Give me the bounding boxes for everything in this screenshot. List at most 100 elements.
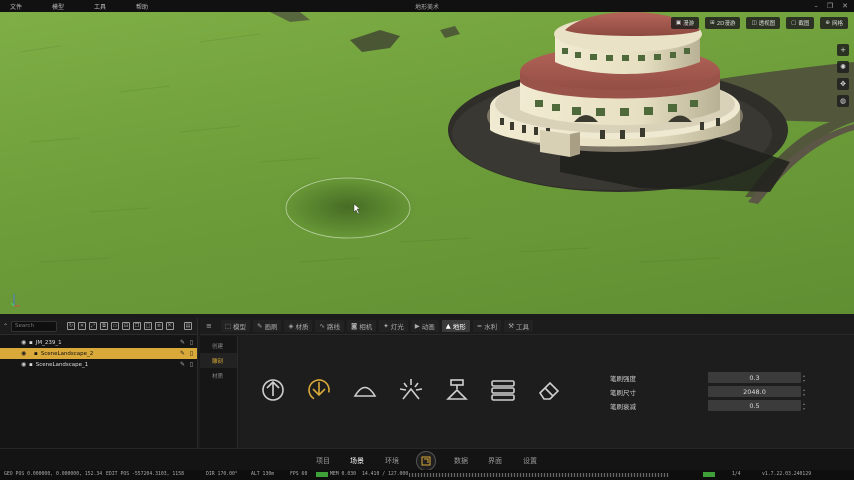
walk-mode-button[interactable]: ▣ 漫游 bbox=[670, 17, 700, 29]
panel-icon[interactable]: ▤ bbox=[184, 322, 193, 330]
tab-model[interactable]: ⬚ 模型 bbox=[220, 320, 251, 332]
export-icon[interactable]: ⇱ bbox=[166, 322, 175, 330]
menu-file[interactable]: 文件 bbox=[0, 2, 22, 11]
menu-help[interactable]: 帮助 bbox=[126, 2, 148, 11]
geo-position: GEO POS 0.000000, 0.000000, 152.34 bbox=[4, 472, 103, 477]
camera-icon: ◫ bbox=[751, 20, 757, 26]
lock-icon[interactable]: ▯ bbox=[190, 350, 193, 357]
tab-path[interactable]: ∿ 路线 bbox=[315, 320, 344, 332]
eye-icon[interactable]: ◉ bbox=[21, 350, 26, 357]
home-button[interactable] bbox=[416, 451, 436, 471]
tab-camera[interactable]: ◙ 相机 bbox=[346, 320, 377, 332]
perspective-label: 透视图 bbox=[758, 21, 776, 27]
tab-material[interactable]: ◈ 材质 bbox=[284, 320, 313, 332]
outliner-item-scene-landscape-1[interactable]: ◉ ▪ SceneLandscape_1 ✎ ▯ bbox=[0, 359, 197, 370]
box-icon[interactable]: □ bbox=[144, 322, 153, 330]
grid-snap-button[interactable]: ⊕ 网格 bbox=[820, 17, 848, 29]
spinner-icon[interactable]: ▴ ▾ bbox=[803, 373, 805, 383]
outliner-item-jm[interactable]: ◉ ▪ JM_239_1 ✎ ▯ bbox=[0, 337, 197, 348]
copy-icon[interactable]: ⧉ bbox=[100, 322, 109, 330]
subtab-material[interactable]: 材质 bbox=[200, 368, 237, 383]
subtab-sculpt[interactable]: 雕刻 bbox=[200, 353, 237, 368]
brush-strength-label: 笔刷强度 bbox=[610, 375, 636, 383]
tab-label: 动画 bbox=[421, 323, 435, 331]
node-icon: ▪ bbox=[34, 350, 38, 357]
collapse-icon[interactable]: ⌃ bbox=[3, 323, 8, 330]
smooth-icon bbox=[353, 386, 377, 397]
walk-2d-button[interactable]: ⊞ 2D漫游 bbox=[705, 17, 741, 29]
brush-strength-field[interactable]: 0.3 bbox=[708, 372, 801, 383]
outliner-item-label: SceneLandscape_1 bbox=[35, 361, 89, 368]
node-icon: ▪ bbox=[29, 339, 33, 346]
plus-icon[interactable]: + bbox=[837, 44, 849, 56]
nav-settings[interactable]: 设置 bbox=[523, 456, 537, 466]
outliner-search-input[interactable]: Search bbox=[11, 320, 58, 332]
move-icon[interactable]: ✥ bbox=[837, 78, 849, 90]
bottom-navigation: 项目 场景 环境 数据 界面 设置 bbox=[0, 448, 854, 471]
spinner-icon[interactable]: ▴ ▾ bbox=[803, 401, 805, 411]
lock-icon[interactable]: ▯ bbox=[190, 339, 193, 346]
nav-data[interactable]: 数据 bbox=[454, 456, 468, 466]
nav-environment[interactable]: 环境 bbox=[385, 456, 399, 466]
brush-icon: ✎ bbox=[257, 322, 263, 330]
menu-tools[interactable]: 工具 bbox=[84, 2, 106, 11]
fps-counter: FPS 60 bbox=[290, 472, 308, 477]
tab-water[interactable]: ≈ 水利 bbox=[472, 320, 502, 332]
perspective-button[interactable]: ◫ 透视图 bbox=[746, 17, 781, 29]
tab-animation[interactable]: ▶ 动画 bbox=[410, 320, 439, 332]
menu-model[interactable]: 模型 bbox=[42, 2, 64, 11]
restore-icon[interactable]: ❐ bbox=[827, 2, 833, 10]
direction: DIR 170.00° bbox=[206, 472, 238, 477]
brush-size-field[interactable]: 2048.0 bbox=[708, 386, 801, 397]
close-icon[interactable]: ✕ bbox=[842, 2, 848, 10]
duplicate-icon[interactable]: ❐ bbox=[133, 322, 142, 330]
sun-icon[interactable]: ✺ bbox=[837, 61, 849, 73]
lock-icon[interactable]: ▯ bbox=[190, 361, 193, 368]
layers-icon bbox=[491, 380, 515, 401]
tab-light[interactable]: ✦ 灯光 bbox=[379, 320, 408, 332]
edit-icon[interactable]: ✎ bbox=[180, 350, 185, 357]
map-icon bbox=[421, 456, 431, 466]
edit-icon[interactable]: ✎ bbox=[180, 339, 185, 346]
altitude: ALT 130m bbox=[251, 472, 275, 477]
expand-icon[interactable]: ⤢ bbox=[89, 322, 98, 330]
subtab-create[interactable]: 创建 bbox=[200, 338, 237, 353]
tab-label: 材质 bbox=[295, 323, 309, 331]
smooth-tool-button[interactable] bbox=[351, 376, 379, 404]
terrain-scene bbox=[19, 12, 854, 263]
delete-icon[interactable]: ✕ bbox=[78, 322, 87, 330]
globe-icon[interactable]: ◍ bbox=[837, 95, 849, 107]
nav-scene[interactable]: 场景 bbox=[350, 456, 364, 466]
eraser-tool-button[interactable] bbox=[535, 376, 563, 404]
eye-icon[interactable]: ◉ bbox=[21, 339, 26, 346]
lower-tool-button[interactable] bbox=[305, 376, 333, 404]
brush-falloff-label: 笔刷衰减 bbox=[610, 403, 636, 411]
nav-interface[interactable]: 界面 bbox=[488, 456, 502, 466]
noise-tool-button[interactable] bbox=[397, 376, 425, 404]
screenshot-button[interactable]: ▢ 截图 bbox=[786, 17, 815, 29]
spinner-icon[interactable]: ▴ ▾ bbox=[803, 387, 805, 397]
menu-icon[interactable]: ≡ bbox=[206, 322, 212, 330]
flatten-tool-button[interactable] bbox=[443, 376, 471, 404]
group-icon[interactable]: ⊟ bbox=[122, 322, 131, 330]
tab-tools[interactable]: ⚒ 工具 bbox=[504, 320, 533, 332]
minimize-icon[interactable]: – bbox=[814, 2, 818, 10]
outliner-item-scene-landscape-2[interactable]: ◉ ▪ SceneLandscape_2 ✎ ▯ bbox=[0, 348, 197, 359]
layers-tool-button[interactable] bbox=[489, 376, 517, 404]
tab-brush[interactable]: ✎ 画刷 bbox=[253, 320, 282, 332]
animation-icon: ▶ bbox=[414, 322, 420, 330]
raise-tool-button[interactable] bbox=[259, 376, 287, 404]
tool-icon: ⚒ bbox=[508, 322, 514, 330]
folder-icon[interactable]: ▭ bbox=[111, 322, 120, 330]
status-indicator bbox=[703, 472, 715, 477]
edit-icon[interactable]: ✎ bbox=[180, 361, 185, 368]
list-icon[interactable]: ≡ bbox=[155, 322, 164, 330]
nav-project[interactable]: 项目 bbox=[316, 456, 330, 466]
eraser-icon bbox=[538, 381, 560, 400]
eye-icon[interactable]: ◉ bbox=[21, 361, 26, 368]
refresh-icon[interactable]: ↻ bbox=[67, 322, 76, 330]
3d-viewport[interactable]: ▣ 漫游 ⊞ 2D漫游 ◫ 透视图 ▢ 截图 ⊕ 网格 + ✺ ✥ ◍ bbox=[0, 12, 854, 314]
frame-timeline bbox=[409, 473, 669, 477]
brush-falloff-field[interactable]: 0.5 bbox=[708, 400, 801, 411]
tab-terrain[interactable]: ▲ 地形 bbox=[441, 320, 470, 332]
